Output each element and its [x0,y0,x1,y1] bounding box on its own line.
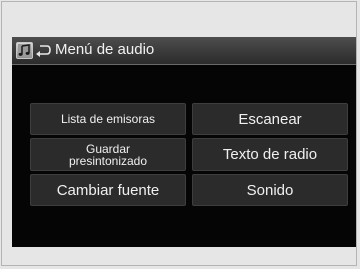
scan-label: Escanear [238,110,302,128]
change-source-button[interactable]: Cambiar fuente [30,174,186,206]
title-bar: Menú de audio [12,37,356,65]
page-title: Menú de audio [55,41,155,58]
station-list-label: Lista de emisoras [60,112,156,126]
sound-label: Sonido [246,181,294,199]
audio-menu-screen: Menú de audio Lista de emisoras Escanear… [12,37,356,247]
save-preset-label-line2: presintonizado [68,153,148,168]
radio-text-label: Texto de radio [222,146,318,163]
back-arrow-icon[interactable] [35,42,51,59]
sound-button[interactable]: Sonido [192,174,348,206]
change-source-label: Cambiar fuente [56,181,160,199]
music-note-icon [16,42,33,59]
scan-button[interactable]: Escanear [192,103,348,135]
station-list-button[interactable]: Lista de emisoras [30,103,186,135]
save-preset-label-line1: Guardar [85,141,131,156]
display-frame: Menú de audio Lista de emisoras Escanear… [1,1,357,266]
radio-text-button[interactable]: Texto de radio [192,138,348,171]
save-preset-button[interactable]: Guardar presintonizado [30,138,186,171]
